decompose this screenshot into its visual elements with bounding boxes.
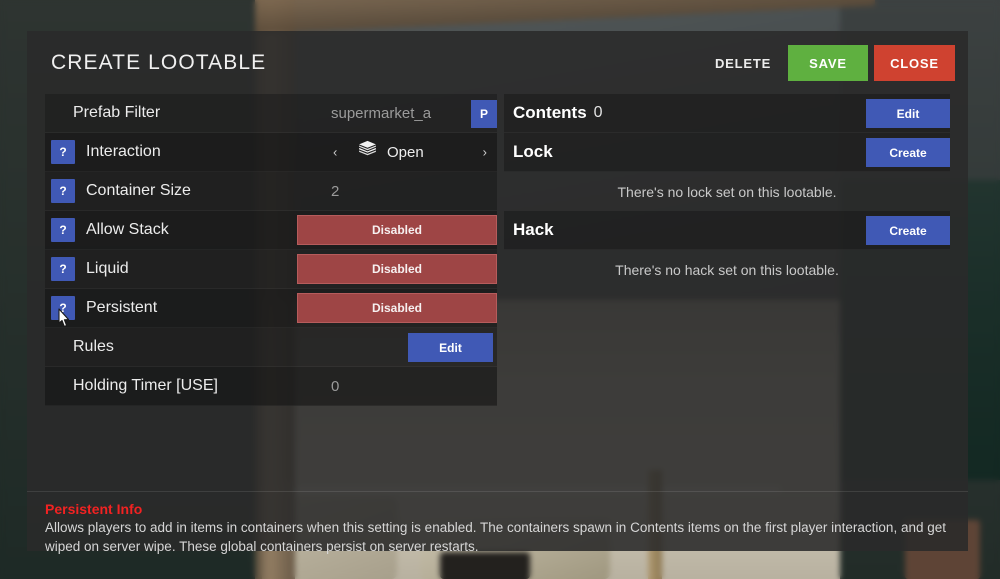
interaction-value-display: Open — [357, 139, 424, 165]
row-container-size[interactable]: ? Container Size 2 — [45, 172, 497, 211]
row-rules[interactable]: Rules Edit — [45, 328, 497, 367]
container-size-help-icon[interactable]: ? — [51, 179, 75, 203]
row-contents[interactable]: Contents 0 Edit — [504, 94, 950, 133]
allow-stack-toggle[interactable]: Disabled — [297, 215, 497, 245]
row-interaction[interactable]: ? Interaction ‹ Open › — [45, 133, 497, 172]
interaction-next-arrow-icon[interactable]: › — [483, 145, 487, 160]
hack-note: There's no hack set on this lootable. — [615, 261, 839, 278]
row-liquid[interactable]: ? Liquid Disabled — [45, 250, 497, 289]
settings-column: Prefab Filter supermarket_a P ? Interact… — [45, 94, 497, 406]
row-hack[interactable]: Hack Create — [504, 211, 950, 250]
liquid-toggle[interactable]: Disabled — [297, 254, 497, 284]
create-lootable-dialog: CREATE LOOTABLE DELETE SAVE CLOSE Prefab… — [27, 31, 968, 554]
dialog-body: Prefab Filter supermarket_a P ? Interact… — [27, 94, 968, 491]
liquid-help-icon[interactable]: ? — [51, 257, 75, 281]
info-title: Persistent Info — [45, 501, 143, 517]
hack-label: Hack — [513, 220, 554, 239]
prefab-filter-label: Prefab Filter — [73, 104, 161, 121]
persistent-toggle[interactable]: Disabled — [297, 293, 497, 323]
hack-create-button[interactable]: Create — [866, 216, 950, 245]
row-allow-stack[interactable]: ? Allow Stack Disabled — [45, 211, 497, 250]
info-description: Allows players to add in items in contai… — [45, 520, 946, 554]
interaction-prev-arrow-icon[interactable]: ‹ — [333, 145, 337, 160]
row-persistent[interactable]: ? Persistent Disabled — [45, 289, 497, 328]
page-title: CREATE LOOTABLE — [51, 51, 267, 74]
dialog-header: CREATE LOOTABLE DELETE SAVE CLOSE — [27, 31, 968, 94]
row-lock[interactable]: Lock Create — [504, 133, 950, 172]
info-panel: Persistent Info Allows players to add in… — [27, 491, 968, 554]
lock-label: Lock — [513, 142, 553, 161]
details-column: Contents 0 Edit Lock Create There's no l… — [504, 94, 950, 289]
persistent-label: Persistent — [86, 299, 158, 316]
box-icon — [357, 139, 378, 165]
persistent-help-icon[interactable]: ? — [51, 296, 75, 320]
holding-timer-value[interactable]: 0 — [331, 378, 339, 395]
container-size-label: Container Size — [86, 182, 191, 199]
prefab-filter-value: supermarket_a — [331, 104, 432, 122]
contents-edit-button[interactable]: Edit — [866, 99, 950, 128]
interaction-label: Interaction — [86, 143, 161, 160]
allow-stack-help-icon[interactable]: ? — [51, 218, 75, 242]
close-button[interactable]: CLOSE — [874, 45, 955, 81]
contents-label: Contents — [513, 103, 587, 122]
rules-edit-button[interactable]: Edit — [408, 333, 493, 362]
lock-note: There's no lock set on this lootable. — [617, 183, 837, 200]
save-button[interactable]: SAVE — [788, 45, 868, 81]
container-size-value[interactable]: 2 — [331, 183, 339, 200]
interaction-help-icon[interactable]: ? — [51, 140, 75, 164]
row-prefab-filter[interactable]: Prefab Filter supermarket_a P — [45, 94, 497, 133]
rules-label: Rules — [73, 338, 114, 355]
header-actions: DELETE SAVE CLOSE — [704, 45, 955, 81]
liquid-label: Liquid — [86, 260, 129, 277]
holding-timer-label: Holding Timer [USE] — [73, 377, 218, 394]
prefab-pick-button[interactable]: P — [471, 100, 497, 128]
row-holding-timer[interactable]: Holding Timer [USE] 0 — [45, 367, 497, 406]
contents-count: 0 — [593, 104, 603, 121]
allow-stack-label: Allow Stack — [86, 221, 169, 238]
interaction-value: Open — [387, 143, 424, 161]
lock-create-button[interactable]: Create — [866, 138, 950, 167]
delete-button[interactable]: DELETE — [704, 45, 782, 81]
